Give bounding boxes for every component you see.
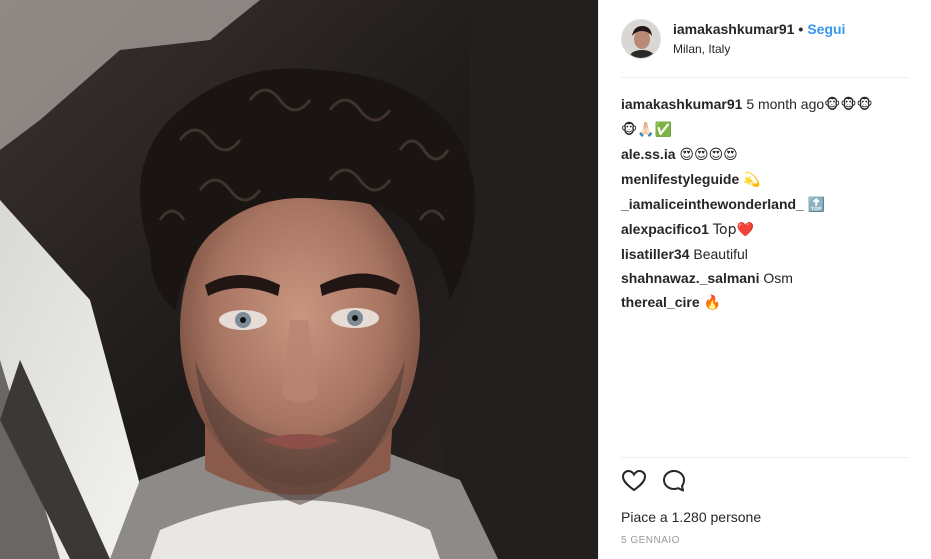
comment-username[interactable]: shahnawaz._salmani [621, 270, 760, 286]
comment-text: 💫 [743, 172, 761, 188]
likes-count[interactable]: Piace a 1.280 persone [621, 509, 909, 525]
post-sidebar: iamakashkumar91 • Segui Milan, Italy iam… [598, 0, 931, 559]
comment-item: shahnawaz._salmani Osm [621, 266, 909, 290]
comment-text: Osm [763, 270, 793, 286]
post-actions: Piace a 1.280 persone 5 GENNAIO [621, 457, 909, 546]
post-location[interactable]: Milan, Italy [673, 42, 845, 56]
caption-username[interactable]: iamakashkumar91 [621, 96, 742, 112]
avatar-image [622, 19, 660, 58]
post-date: 5 GENNAIO [621, 535, 680, 546]
caption-text-line1: 🐵🐵🐵 [824, 97, 873, 113]
action-icons [621, 468, 909, 494]
comment-username[interactable]: menlifestyleguide [621, 171, 739, 187]
portrait-photo [0, 0, 598, 559]
comment-text: 😍😍😍😍 [679, 147, 738, 163]
comment-icon[interactable] [661, 468, 687, 494]
comment-text: Beautiful [693, 246, 748, 262]
comment-text: 🔥 [703, 295, 721, 311]
comment-text: 🔝 [807, 197, 826, 213]
comment-item: lisatiller34 Beautiful [621, 242, 909, 266]
comment-item: alexpacifico1 Top❤️ [621, 217, 909, 242]
header-line: iamakashkumar91 • Segui [673, 21, 845, 37]
caption-time: 5 month ago [746, 96, 825, 112]
post-view: iamakashkumar91 • Segui Milan, Italy iam… [0, 0, 931, 559]
heart-icon[interactable] [621, 468, 647, 494]
caption-text-line2: 🐵🙏🏻✅ [621, 122, 673, 138]
post-photo[interactable] [0, 0, 598, 559]
author-avatar[interactable] [621, 18, 661, 59]
comment-text: Top❤️ [712, 222, 754, 238]
comment-username[interactable]: alexpacifico1 [621, 221, 709, 237]
post-header: iamakashkumar91 • Segui Milan, Italy [621, 0, 909, 78]
separator-dot: • [798, 21, 804, 37]
comments-list: iamakashkumar91 5 month ago🐵🐵🐵 🐵🙏🏻✅ ale.… [599, 78, 931, 315]
comment-item: ale.ss.ia 😍😍😍😍 [621, 142, 909, 167]
comment-username[interactable]: thereal_cire [621, 294, 700, 310]
author-username[interactable]: iamakashkumar91 [673, 21, 794, 37]
comment-item: thereal_cire 🔥 [621, 290, 909, 315]
caption: iamakashkumar91 5 month ago🐵🐵🐵 🐵🙏🏻✅ [621, 92, 909, 142]
comment-username[interactable]: lisatiller34 [621, 246, 690, 262]
header-text: iamakashkumar91 • Segui Milan, Italy [673, 21, 845, 56]
comment-item: menlifestyleguide 💫 [621, 167, 909, 192]
comment-username[interactable]: ale.ss.ia [621, 146, 676, 162]
comment-username[interactable]: _iamaliceinthewonderland_ [621, 196, 804, 212]
comment-item: _iamaliceinthewonderland_ 🔝 [621, 192, 909, 217]
follow-button[interactable]: Segui [807, 21, 845, 37]
